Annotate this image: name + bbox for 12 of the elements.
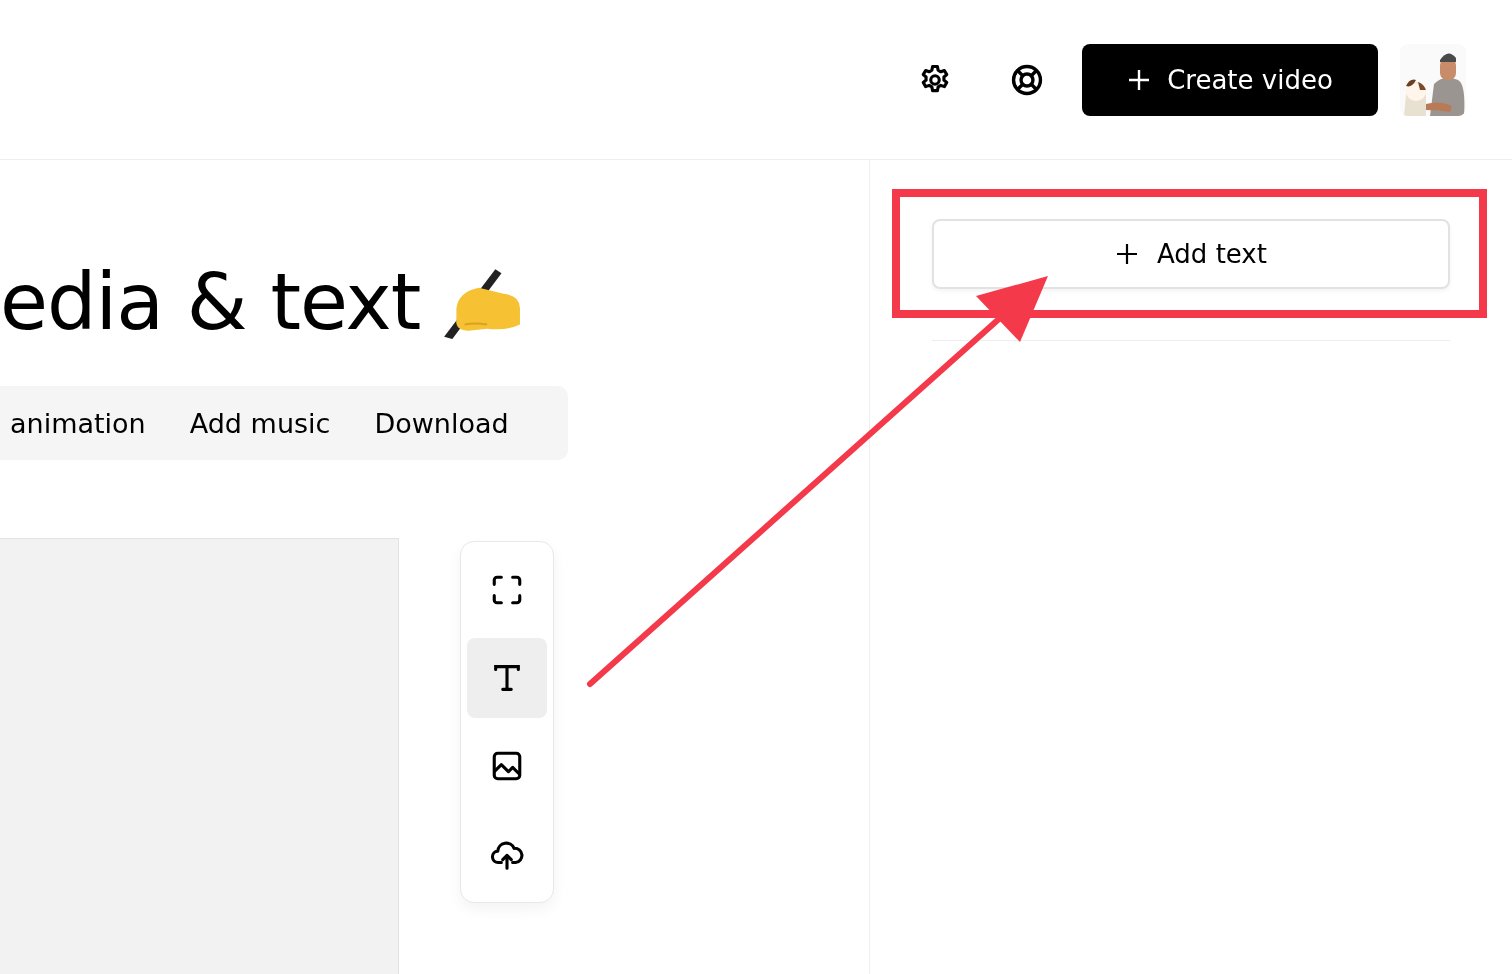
- image-icon: [490, 749, 524, 783]
- plus-icon: [1127, 67, 1152, 92]
- action-tab[interactable]: Add music: [179, 399, 341, 447]
- add-text-button[interactable]: Add text: [932, 219, 1450, 289]
- create-video-button[interactable]: Create video: [1082, 43, 1378, 116]
- action-tab[interactable]: Download: [364, 399, 519, 447]
- action-tab[interactable]: animation: [0, 399, 156, 447]
- help-icon[interactable]: [1010, 62, 1044, 97]
- text-tool-button[interactable]: [467, 638, 547, 718]
- plus-icon: [1115, 242, 1140, 266]
- page-title: edia & text: [0, 263, 421, 341]
- frame-corners-icon: [490, 573, 524, 607]
